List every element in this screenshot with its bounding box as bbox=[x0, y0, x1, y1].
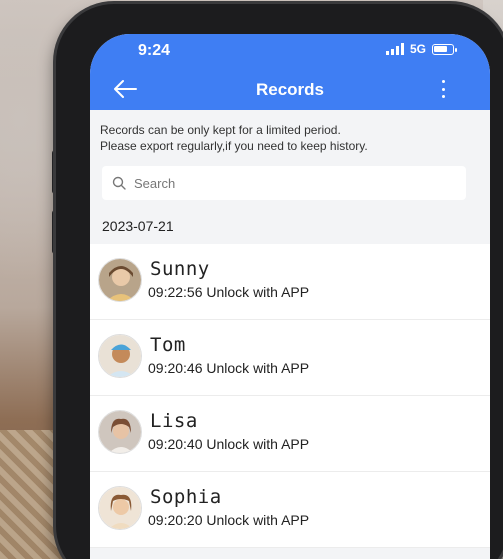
signal-icon bbox=[385, 43, 404, 55]
status-time: 9:24 bbox=[138, 42, 171, 59]
page-title: Records bbox=[255, 80, 325, 99]
battery-icon bbox=[432, 43, 457, 55]
app-header: 9:24 5G Records bbox=[90, 34, 490, 110]
record-name: Sophia bbox=[150, 486, 222, 508]
search-box[interactable] bbox=[102, 166, 466, 200]
record-detail: 09:22:56 Unlock with APP bbox=[148, 284, 310, 300]
record-detail: 09:20:40 Unlock with APP bbox=[148, 436, 310, 452]
network-label: 5G bbox=[409, 42, 426, 56]
search-input[interactable] bbox=[134, 175, 434, 191]
record-detail: 09:20:46 Unlock with APP bbox=[148, 360, 310, 376]
record-item-sunny[interactable]: Sunny 09:22:56 Unlock with APP bbox=[90, 244, 490, 320]
main-content: Records can be only kept for a limited p… bbox=[90, 110, 490, 559]
notice-line-2: Please export regularly,if you need to k… bbox=[100, 139, 368, 153]
record-name: Sunny bbox=[150, 258, 210, 280]
avatar bbox=[98, 410, 142, 454]
record-item-tom[interactable]: Tom 09:20:46 Unlock with APP bbox=[90, 320, 490, 396]
retention-notice: Records can be only kept for a limited p… bbox=[90, 110, 490, 154]
records-list: Sunny 09:22:56 Unlock with APP Tom 09:20… bbox=[90, 244, 490, 548]
notice-line-1: Records can be only kept for a limited p… bbox=[100, 123, 341, 137]
record-item-lisa[interactable]: Lisa 09:20:40 Unlock with APP bbox=[90, 396, 490, 472]
record-name: Lisa bbox=[150, 410, 198, 432]
search-icon bbox=[112, 176, 126, 190]
avatar bbox=[98, 258, 142, 302]
date-group-header: 2023-07-21 bbox=[102, 218, 174, 234]
more-vertical-icon bbox=[441, 80, 445, 83]
avatar bbox=[98, 486, 142, 530]
record-name: Tom bbox=[150, 334, 186, 356]
avatar bbox=[98, 334, 142, 378]
status-indicators: 5G bbox=[385, 42, 457, 56]
phone-screen: 9:24 5G Records Records can be only kept… bbox=[90, 34, 490, 559]
more-options-button[interactable] bbox=[438, 80, 448, 98]
record-item-sophia[interactable]: Sophia 09:20:20 Unlock with APP bbox=[90, 472, 490, 548]
record-detail: 09:20:20 Unlock with APP bbox=[148, 512, 310, 528]
